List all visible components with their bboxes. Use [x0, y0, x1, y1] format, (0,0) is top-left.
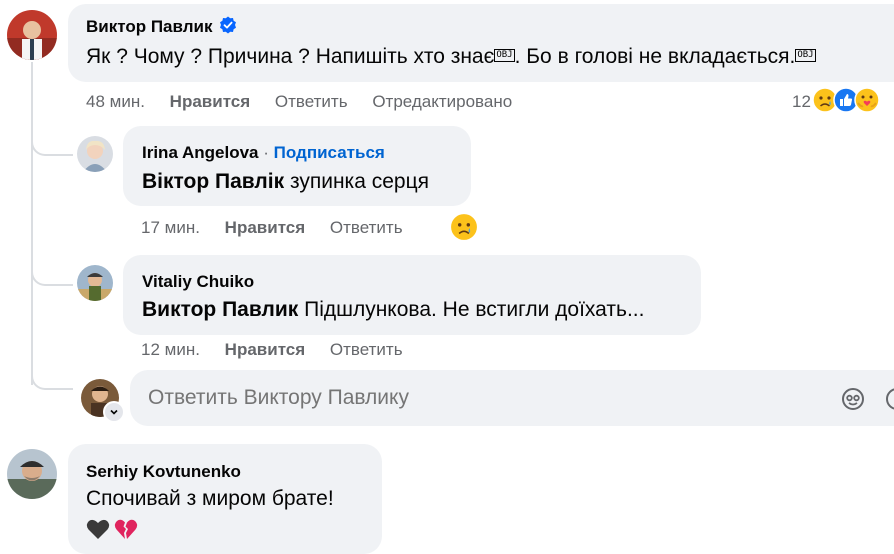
reply-input[interactable] [148, 380, 818, 416]
reply-text: Віктор Павлік зупинка серця [142, 170, 429, 194]
thread-line-branch-2 [31, 260, 73, 286]
emoji-icon[interactable] [884, 386, 894, 417]
obj-placeholder-icon: OBJ [795, 49, 816, 62]
separator: · [263, 143, 269, 162]
mention-link[interactable]: Виктор Павлик [142, 298, 298, 321]
comment-emoji [86, 518, 138, 545]
avatar[interactable] [77, 265, 113, 301]
thread-line-branch-3 [31, 360, 73, 390]
comment-meta: 48 мин. Нравится Ответить Отредактирован… [86, 92, 532, 112]
reply-bubble: Vitaliy Chuiko Виктор Павлик Підшлункова… [123, 255, 701, 335]
reply-bubble: Irina Angelova · Подписаться Віктор Павл… [123, 126, 471, 206]
avatar[interactable] [77, 136, 113, 172]
thread-line-vertical [31, 62, 33, 385]
sad-reaction-icon[interactable] [450, 213, 478, 246]
reply-button[interactable]: Ответить [330, 340, 403, 359]
broken-heart-icon [114, 518, 138, 545]
reactions-summary[interactable]: 12 [792, 86, 880, 118]
comment-text: Як ? Чому ? Причина ? Напишіть хто знає O… [86, 45, 816, 69]
reply-time[interactable]: 17 мин. [141, 218, 200, 237]
thread-line-branch-1 [31, 130, 73, 156]
reply-text-body: зупинка серця [289, 170, 429, 193]
care-reaction-icon [854, 86, 880, 118]
follow-button[interactable]: Подписаться [274, 143, 385, 162]
comment-text-part1: Як ? Чому ? Причина ? Напишіть хто знає [86, 45, 495, 68]
reply-author[interactable]: Vitaliy Chuiko [142, 272, 254, 292]
comment-bubble: Виктор Павлик Як ? Чому ? Причина ? Напи… [68, 4, 894, 82]
verified-badge-icon [219, 16, 237, 39]
like-button[interactable]: Нравится [225, 218, 306, 237]
reply-header: Irina Angelova · Подписаться [142, 143, 385, 163]
obj-placeholder-icon: OBJ [494, 49, 515, 62]
avatar[interactable] [7, 449, 57, 499]
avatar-sticker-icon[interactable] [840, 386, 866, 417]
account-switcher-chevron-icon[interactable] [103, 401, 125, 423]
comment-author[interactable]: Виктор Павлик [86, 16, 237, 39]
reply-meta: 12 мин. Нравится Ответить [141, 340, 423, 360]
like-button[interactable]: Нравится [170, 92, 251, 111]
mention-link[interactable]: Віктор Павлік [142, 170, 284, 193]
comment-time[interactable]: 48 мин. [86, 92, 145, 111]
reply-meta: 17 мин. Нравится Ответить [141, 218, 423, 238]
reply-text: Виктор Павлик Підшлункова. Не встигли до… [142, 298, 644, 322]
edited-label: Отредактировано [372, 92, 513, 111]
black-heart-icon [86, 518, 110, 545]
comment-author-name[interactable]: Виктор Павлик [86, 17, 213, 36]
comment-bubble: Serhiy Kovtunenko Спочивай з миром брате… [68, 444, 382, 554]
reply-button[interactable]: Ответить [275, 92, 348, 111]
like-button[interactable]: Нравится [225, 340, 306, 359]
avatar[interactable] [7, 10, 57, 60]
comment-author[interactable]: Serhiy Kovtunenko [86, 462, 241, 482]
reaction-count: 12 [792, 92, 811, 111]
reply-input-container[interactable] [130, 370, 894, 426]
reply-text-body: Підшлункова. Не встигли доїхать... [304, 298, 645, 321]
reply-time[interactable]: 12 мин. [141, 340, 200, 359]
comment-text: Спочивай з миром брате! [86, 487, 334, 510]
reply-author[interactable]: Irina Angelova [142, 143, 259, 162]
comment-text-part2: . Бо в голові не вкладається. [514, 45, 796, 68]
reply-button[interactable]: Ответить [330, 218, 403, 237]
